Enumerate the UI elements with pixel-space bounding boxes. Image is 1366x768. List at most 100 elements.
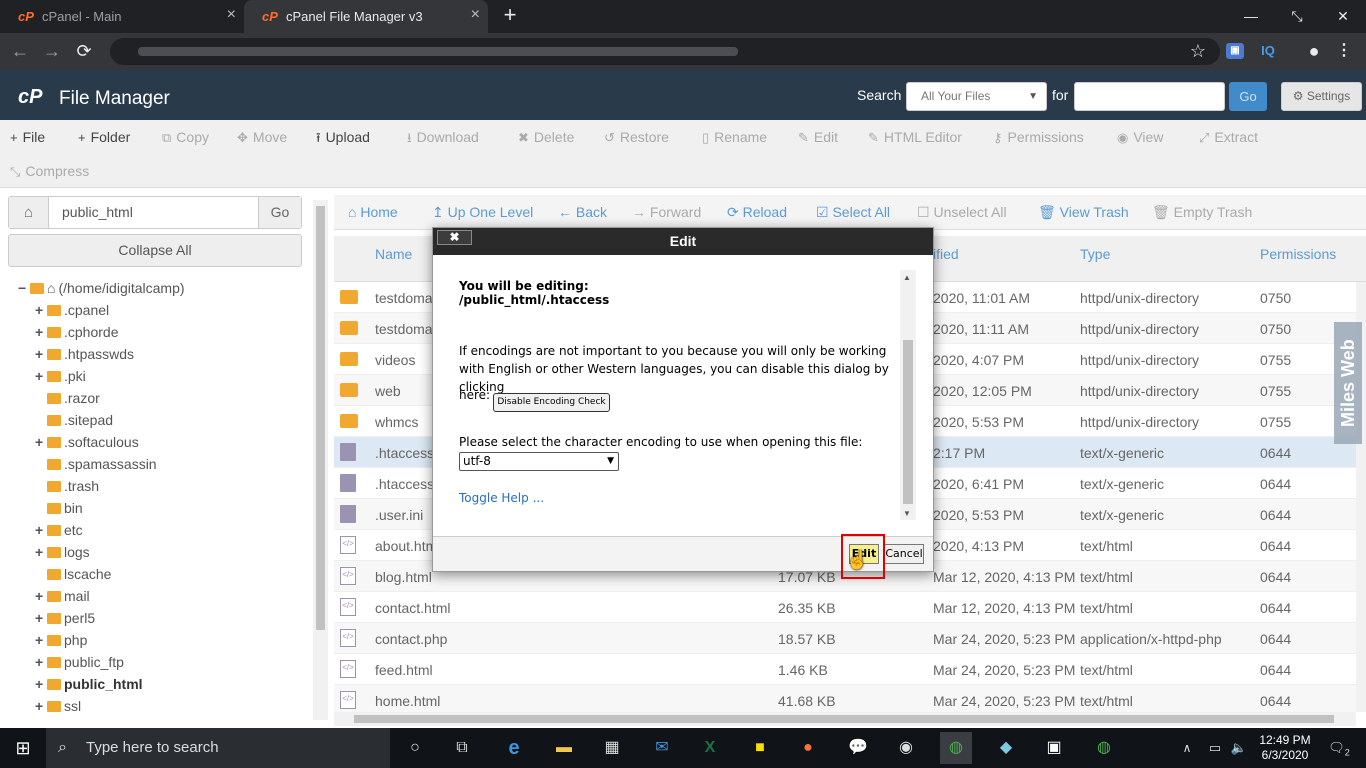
collapse-all-button[interactable]: Collapse All	[8, 234, 302, 267]
nav-back-button[interactable]: ← Back	[558, 204, 607, 220]
expand-icon[interactable]: +	[35, 520, 47, 540]
nav-up-one-level-button[interactable]: ↥ Up One Level	[432, 204, 533, 221]
iq-extension-icon[interactable]: IQ	[1258, 41, 1278, 61]
tree-item[interactable]: + etc	[35, 520, 83, 540]
new-file-button[interactable]: + File	[10, 129, 45, 145]
store-icon[interactable]: ▦	[596, 732, 628, 764]
close-tab-icon[interactable]: ×	[471, 6, 480, 24]
compress-button[interactable]: ⤡ Compress	[10, 163, 89, 180]
copy-button[interactable]: ⧉ Copy	[162, 129, 209, 146]
expand-icon[interactable]: +	[35, 630, 47, 650]
tree-item[interactable]: + logs	[35, 542, 90, 562]
browser-menu-icon[interactable]: ⋮	[1334, 41, 1354, 61]
nav-unselect-all-button[interactable]: ☐ Unselect All	[917, 204, 1007, 221]
restore-icon[interactable]: ⤡	[1274, 0, 1320, 33]
expand-icon[interactable]: +	[35, 322, 47, 342]
html-editor-button[interactable]: ✎ HTML Editor	[868, 129, 962, 146]
table-row[interactable]: </> feed.html 1.46 KB Mar 24, 2020, 5:23 PM…	[334, 654, 1356, 685]
expand-icon[interactable]: +	[35, 300, 47, 320]
profile-avatar-icon[interactable]: ●	[1304, 41, 1324, 61]
bookmark-star-icon[interactable]: ☆	[1184, 37, 1212, 65]
sticky-notes-icon[interactable]: ■	[744, 732, 776, 764]
expand-icon[interactable]: +	[35, 674, 47, 694]
nav-forward-button[interactable]: → Forward	[632, 204, 701, 220]
taskbar-clock[interactable]: 12:49 PM 6/3/2020	[1258, 733, 1312, 763]
horizontal-scrollbar[interactable]	[334, 712, 1356, 726]
download-button[interactable]: ⭳ Download	[407, 129, 479, 151]
expand-icon[interactable]: +	[35, 696, 47, 716]
path-go-button[interactable]: Go	[258, 197, 301, 228]
expand-icon[interactable]: +	[35, 344, 47, 364]
tree-scrollbar[interactable]	[313, 200, 328, 720]
back-arrow-icon[interactable]: ←	[6, 37, 34, 65]
tree-item[interactable]: .razor	[35, 388, 100, 408]
table-row[interactable]: </> contact.php 18.57 KB Mar 24, 2020, 5:23…	[334, 623, 1356, 654]
disable-encoding-check-button[interactable]: Disable Encoding Check	[493, 393, 610, 412]
nav-empty-trash-button[interactable]: 🗑 Empty Trash	[1152, 204, 1252, 221]
tree-item[interactable]: + public_html	[35, 674, 143, 694]
dialog-cancel-button[interactable]: Cancel	[884, 544, 924, 564]
tree-item[interactable]: .trash	[35, 476, 99, 496]
notification-icon[interactable]: 🗨2	[1326, 732, 1352, 764]
tree-item[interactable]: + php	[35, 630, 87, 650]
collapse-icon[interactable]: −	[18, 278, 30, 298]
view-button[interactable]: ◉ View	[1117, 129, 1163, 146]
column-modified-header[interactable]: ified	[933, 246, 959, 262]
tree-item[interactable]: + .htpasswds	[35, 344, 134, 364]
search-scope-select[interactable]: All Your Files ▼	[906, 82, 1047, 111]
expand-icon[interactable]: +	[35, 608, 47, 628]
tree-item[interactable]: + .pki	[35, 366, 86, 386]
extension-icon[interactable]: ▣	[1226, 43, 1244, 59]
path-input[interactable]: public_html	[62, 204, 133, 220]
tree-item[interactable]: + public_ftp	[35, 652, 124, 672]
tree-item[interactable]: bin	[35, 498, 83, 518]
new-folder-button[interactable]: + Folder	[78, 129, 130, 145]
file-explorer-icon[interactable]: ▬	[548, 732, 580, 764]
close-window-icon[interactable]: ✕	[1320, 0, 1366, 33]
tree-item[interactable]: + .softaculous	[35, 432, 139, 452]
tree-item[interactable]: + ssl	[35, 696, 81, 716]
expand-icon[interactable]: +	[35, 586, 47, 606]
expand-icon[interactable]: +	[35, 432, 47, 452]
table-row[interactable]: </> contact.html 26.35 KB Mar 12, 2020, 4:1…	[334, 592, 1356, 623]
task-view-icon[interactable]: ⧉	[446, 732, 478, 764]
excel-icon[interactable]: X	[694, 732, 726, 764]
reload-icon[interactable]: ⟳	[70, 37, 98, 65]
column-type-header[interactable]: Type	[1080, 246, 1110, 262]
permissions-button[interactable]: ⚷ Permissions	[993, 129, 1084, 146]
nav-view-trash-button[interactable]: 🗑 View Trash	[1038, 204, 1129, 221]
app-icon[interactable]: ◆	[990, 732, 1022, 764]
toggle-help-link[interactable]: Toggle Help ...	[459, 491, 544, 505]
upload-button[interactable]: ⭱ Upload	[316, 129, 370, 151]
column-permissions-header[interactable]: Permissions	[1260, 246, 1336, 262]
expand-icon[interactable]: +	[35, 366, 47, 386]
delete-button[interactable]: ✖ Delete	[518, 129, 574, 146]
network-icon[interactable]: ▭	[1204, 732, 1226, 764]
forward-arrow-icon[interactable]: →	[38, 37, 66, 65]
volume-icon[interactable]: 🔈	[1228, 732, 1250, 764]
cortana-icon[interactable]: ○	[399, 732, 431, 764]
taskbar-search-box[interactable]: ⌕ Type here to search	[46, 728, 390, 768]
windows-start-icon[interactable]: ⊞	[0, 728, 46, 768]
tree-item[interactable]: + .cpanel	[35, 300, 109, 320]
browser-tab-cpanel-main[interactable]: cP cPanel - Main ×	[0, 0, 244, 33]
tree-item[interactable]: + mail	[35, 586, 90, 606]
minimize-icon[interactable]: —	[1228, 0, 1274, 33]
extract-button[interactable]: ⤢ Extract	[1199, 129, 1258, 146]
tree-item[interactable]: .spamassassin	[35, 454, 157, 474]
tree-item[interactable]: − ⌂ (/home/idigitalcamp)	[18, 278, 185, 298]
tray-chevron-icon[interactable]: ∧	[1178, 732, 1196, 764]
media-player-icon[interactable]: ◉	[890, 732, 922, 764]
browser-tab-file-manager[interactable]: cP cPanel File Manager v3 ×	[244, 0, 488, 33]
expand-icon[interactable]: +	[35, 652, 47, 672]
dialog-scrollbar[interactable]: ▲ ▼	[900, 270, 916, 520]
encoding-select[interactable]: utf-8 ▼	[459, 452, 619, 471]
search-input[interactable]	[1074, 82, 1225, 111]
new-tab-button[interactable]: +	[498, 4, 522, 28]
nav-home-button[interactable]: ⌂ Home	[348, 204, 398, 220]
expand-icon[interactable]: +	[35, 542, 47, 562]
nav-select-all-button[interactable]: ☑ Select All	[816, 204, 890, 221]
screen-recorder-icon[interactable]: ▣	[1038, 732, 1070, 764]
rename-button[interactable]: ▯ Rename	[702, 129, 767, 146]
settings-button[interactable]: ⚙ Settings	[1281, 82, 1362, 111]
